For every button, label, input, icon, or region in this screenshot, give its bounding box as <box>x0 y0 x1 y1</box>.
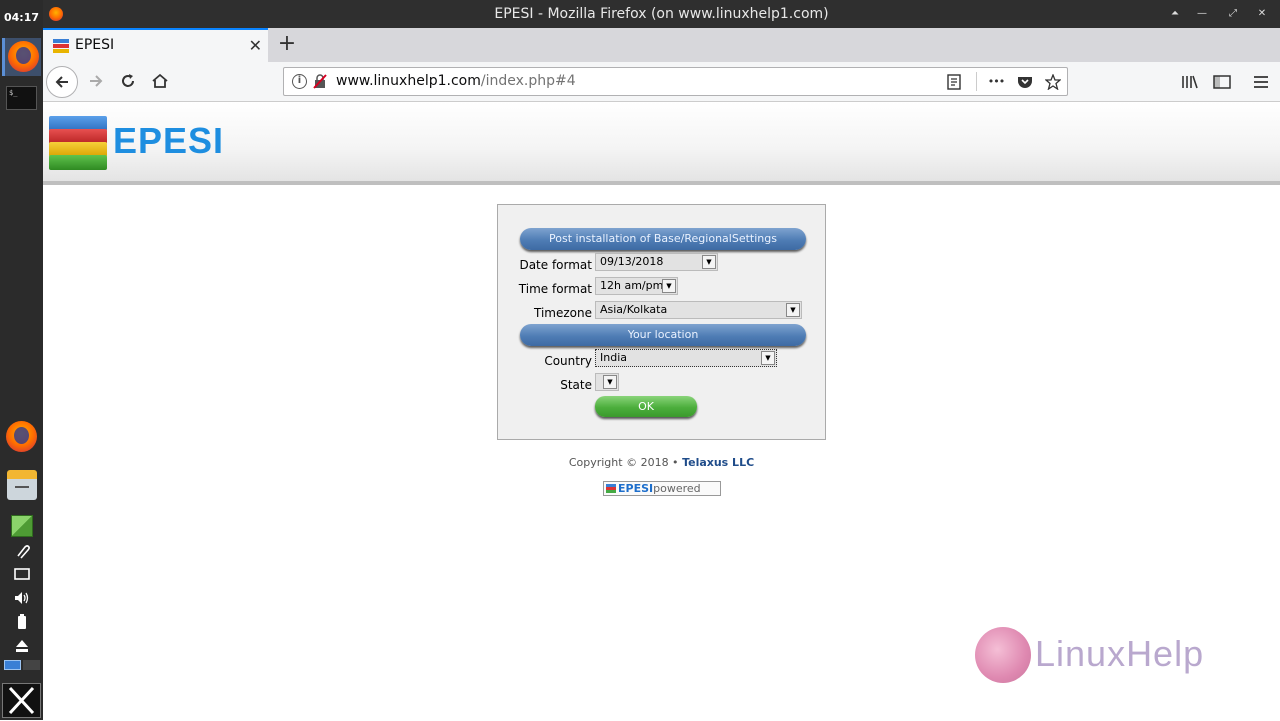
tab-label: EPESI <box>75 37 115 53</box>
desktop-dock: 04:17 $_ <box>0 0 43 720</box>
watermark-text: LinuxHelp <box>1035 633 1205 674</box>
insecure-lock-icon[interactable] <box>313 74 327 89</box>
shade-button[interactable]: ⏶ <box>1163 0 1187 28</box>
copyright-prefix: Copyright © 2018 • <box>568 456 679 469</box>
workspace-2[interactable] <box>23 660 40 670</box>
volume-icon[interactable] <box>13 590 31 606</box>
section-title-base-regional: Post installation of Base/RegionalSettin… <box>520 228 806 250</box>
close-window-button[interactable]: ✕ <box>1250 0 1274 28</box>
country-value: India <box>600 351 627 364</box>
tab-epesi[interactable]: EPESI ✕ <box>43 28 268 62</box>
company-link[interactable]: Telaxus LLC <box>682 456 754 469</box>
timezone-select[interactable]: Asia/Kolkata ▼ <box>595 301 802 319</box>
package-icon[interactable] <box>11 515 33 537</box>
powered-brand: EPESI <box>618 482 654 495</box>
date-format-value: 09/13/2018 <box>600 255 664 268</box>
paperclip-icon[interactable] <box>13 543 31 559</box>
terminal-icon[interactable]: $_ <box>6 86 37 110</box>
window-title: EPESI - Mozilla Firefox (on www.linuxhel… <box>494 6 829 22</box>
home-button[interactable] <box>144 66 176 98</box>
dropdown-arrow-icon: ▼ <box>662 279 676 293</box>
epesi-logo-icon <box>49 116 109 173</box>
pocket-icon[interactable] <box>1015 68 1035 99</box>
time-format-value: 12h am/pm <box>600 279 664 292</box>
date-format-label: Date format <box>519 258 592 272</box>
copyright-text: Copyright © 2018 • Telaxus LLC <box>497 456 826 469</box>
page-content: EPESI Post installation of Base/Regional… <box>43 102 1280 720</box>
regional-settings-panel: Post installation of Base/RegionalSettin… <box>497 204 826 440</box>
reload-button[interactable] <box>112 66 144 98</box>
forward-button[interactable] <box>80 66 112 98</box>
battery-icon[interactable] <box>13 614 31 630</box>
url-path: /index.php#4 <box>480 73 576 89</box>
clock: 04:17 <box>3 11 39 24</box>
powered-word: powered <box>653 482 701 495</box>
hamburger-menu-icon[interactable] <box>1249 70 1273 94</box>
file-manager-icon[interactable] <box>7 470 37 500</box>
bookmark-star-icon[interactable] <box>1043 68 1063 100</box>
time-format-label: Time format <box>518 282 592 296</box>
linuxhelp-logo-icon <box>975 627 1031 683</box>
section-title-your-location: Your location <box>520 324 806 346</box>
dropdown-arrow-icon: ▼ <box>786 303 800 317</box>
time-format-select[interactable]: 12h am/pm ▼ <box>595 277 678 295</box>
epesi-mini-logo-icon <box>606 484 616 493</box>
sidebar-icon[interactable] <box>1210 70 1234 94</box>
linuxhelp-watermark: LinuxHelp <box>975 627 1235 687</box>
display-icon[interactable] <box>13 566 31 582</box>
state-label: State <box>560 378 592 392</box>
state-select[interactable]: ▼ <box>595 373 619 391</box>
url-bar[interactable]: i www.linuxhelp1.com/index.php#4 ••• <box>283 67 1068 96</box>
epesi-logo-text: EPESI <box>113 120 225 161</box>
new-tab-button[interactable]: + <box>274 28 300 60</box>
dropdown-arrow-icon: ▼ <box>702 255 716 269</box>
country-label: Country <box>544 354 592 368</box>
url-host: www.linuxhelp1.com <box>336 73 481 89</box>
minimize-button[interactable]: — <box>1190 0 1214 28</box>
window-titlebar: EPESI - Mozilla Firefox (on www.linuxhel… <box>43 0 1280 28</box>
library-icon[interactable] <box>1178 70 1202 94</box>
page-actions-button[interactable]: ••• <box>986 68 1006 95</box>
tab-close-icon[interactable]: ✕ <box>249 30 262 61</box>
reader-view-icon[interactable] <box>944 68 964 100</box>
ok-button[interactable]: OK <box>595 396 697 417</box>
country-select[interactable]: India ▼ <box>595 349 777 367</box>
epesi-favicon-icon <box>53 39 69 53</box>
x-logo-icon[interactable] <box>2 683 41 718</box>
timezone-value: Asia/Kolkata <box>600 303 668 316</box>
firefox-launcher-icon[interactable] <box>6 421 37 452</box>
url-text[interactable]: www.linuxhelp1.com/index.php#4 <box>336 68 576 95</box>
firefox-icon <box>8 41 39 72</box>
back-button[interactable] <box>46 66 78 98</box>
date-format-select[interactable]: 09/13/2018 ▼ <box>595 253 718 271</box>
maximize-button[interactable]: ⤢ <box>1221 0 1245 28</box>
dropdown-arrow-icon: ▼ <box>761 351 775 365</box>
navigation-toolbar: i www.linuxhelp1.com/index.php#4 ••• <box>43 62 1280 102</box>
info-icon[interactable]: i <box>292 74 307 89</box>
timezone-label: Timezone <box>534 306 592 320</box>
dock-item-firefox-active[interactable] <box>2 38 41 76</box>
epesi-header: EPESI <box>43 102 1280 185</box>
workspace-1[interactable] <box>4 660 21 670</box>
tab-bar: EPESI ✕ + <box>43 28 1280 62</box>
dropdown-arrow-icon: ▼ <box>603 375 617 389</box>
url-separator <box>976 72 977 91</box>
eject-icon[interactable] <box>13 638 31 654</box>
epesi-powered-badge[interactable]: EPESIpowered <box>603 481 721 496</box>
